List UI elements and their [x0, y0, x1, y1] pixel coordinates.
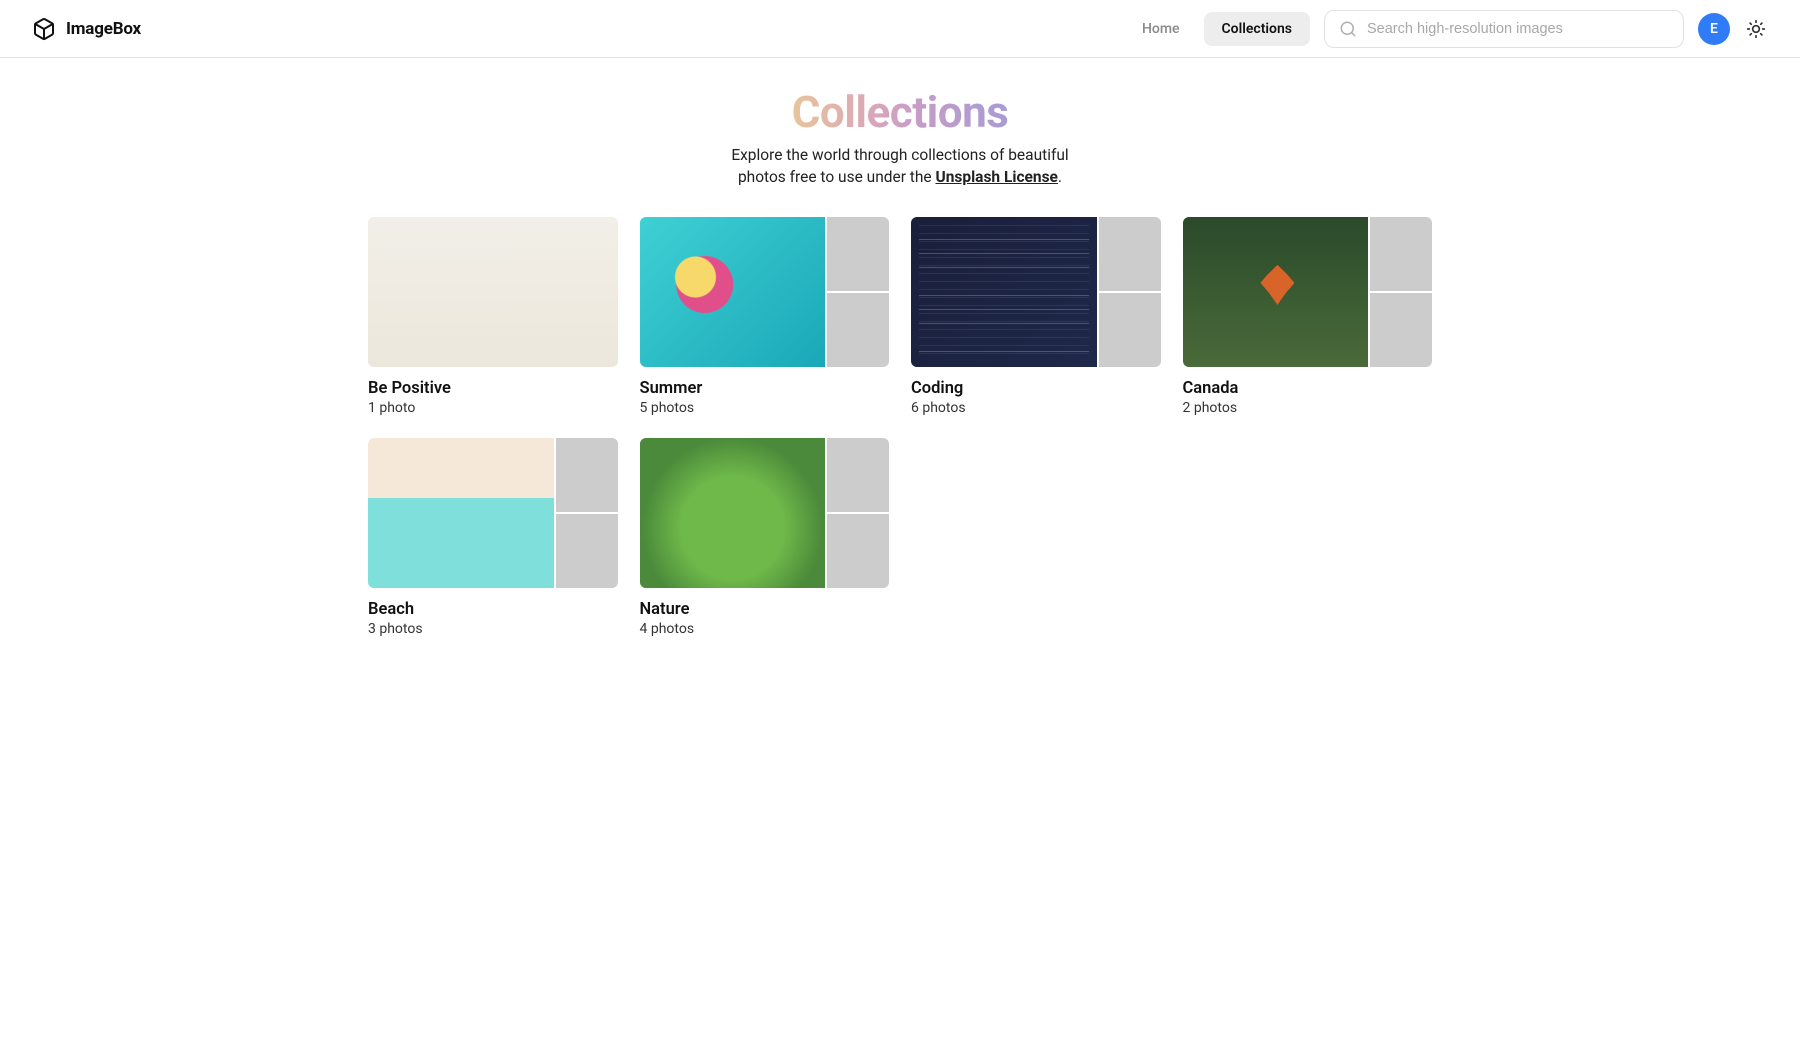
sun-icon	[1746, 19, 1766, 39]
thumb-image	[556, 438, 618, 512]
thumb-image	[640, 438, 826, 588]
collection-card-be-positive[interactable]: Be Positive 1 photo	[368, 217, 618, 416]
thumb-image	[640, 217, 826, 367]
collection-count: 6 photos	[911, 400, 1161, 416]
collection-card-nature[interactable]: Nature 4 photos	[640, 438, 890, 637]
collection-count: 2 photos	[1183, 400, 1433, 416]
collection-count: 5 photos	[640, 400, 890, 416]
box-icon	[32, 17, 56, 41]
thumb-image	[1099, 217, 1161, 291]
thumb-image	[556, 514, 618, 588]
page-subtitle: Explore the world through collections of…	[0, 144, 1800, 189]
collection-thumbs	[640, 217, 890, 367]
collection-card-beach[interactable]: Beach 3 photos	[368, 438, 618, 637]
thumb-side	[556, 438, 618, 588]
page-heading: Collections Explore the world through co…	[0, 86, 1800, 189]
thumb-image	[827, 217, 889, 291]
thumb-side	[1370, 217, 1432, 367]
thumb-image	[1370, 293, 1432, 367]
thumb-side	[827, 438, 889, 588]
collection-thumbs	[1183, 217, 1433, 367]
subtitle-line2: photos free to use under the	[738, 168, 936, 186]
collection-count: 3 photos	[368, 621, 618, 637]
search-icon	[1339, 20, 1357, 38]
thumb-side	[1099, 217, 1161, 367]
avatar[interactable]: E	[1698, 13, 1730, 45]
nav: Home Collections	[1124, 12, 1310, 46]
subtitle-line1: Explore the world through collections of…	[731, 146, 1068, 164]
collection-card-canada[interactable]: Canada 2 photos	[1183, 217, 1433, 416]
logo[interactable]: ImageBox	[32, 17, 141, 41]
search-input[interactable]	[1367, 21, 1669, 37]
page-title: Collections	[792, 86, 1009, 138]
header: ImageBox Home Collections E	[0, 0, 1800, 58]
thumb-image	[911, 217, 1097, 367]
collection-title: Beach	[368, 600, 618, 619]
collection-title: Canada	[1183, 379, 1433, 398]
theme-toggle[interactable]	[1744, 17, 1768, 41]
thumb-image	[827, 293, 889, 367]
collection-title: Nature	[640, 600, 890, 619]
collection-card-summer[interactable]: Summer 5 photos	[640, 217, 890, 416]
thumb-image	[827, 438, 889, 512]
collection-count: 4 photos	[640, 621, 890, 637]
collection-thumbs	[368, 217, 618, 367]
thumb-side	[827, 217, 889, 367]
license-link[interactable]: Unsplash License	[935, 168, 1057, 186]
collection-card-coding[interactable]: Coding 6 photos	[911, 217, 1161, 416]
collection-title: Summer	[640, 379, 890, 398]
thumb-image	[827, 514, 889, 588]
collection-thumbs	[911, 217, 1161, 367]
thumb-image	[1099, 293, 1161, 367]
collection-thumbs	[640, 438, 890, 588]
subtitle-suffix: .	[1058, 168, 1062, 186]
collection-title: Be Positive	[368, 379, 618, 398]
collection-thumbs	[368, 438, 618, 588]
thumb-image	[368, 438, 554, 588]
brand-name: ImageBox	[66, 19, 141, 39]
thumb-image	[1183, 217, 1369, 367]
thumb-image	[368, 217, 618, 367]
collections-grid: Be Positive 1 photo Summer 5 photos Codi…	[348, 217, 1452, 637]
collection-count: 1 photo	[368, 400, 618, 416]
thumb-image	[1370, 217, 1432, 291]
nav-home[interactable]: Home	[1124, 12, 1198, 46]
nav-collections[interactable]: Collections	[1204, 12, 1310, 46]
collection-title: Coding	[911, 379, 1161, 398]
search-box[interactable]	[1324, 10, 1684, 48]
header-right: Home Collections E	[1124, 10, 1768, 48]
